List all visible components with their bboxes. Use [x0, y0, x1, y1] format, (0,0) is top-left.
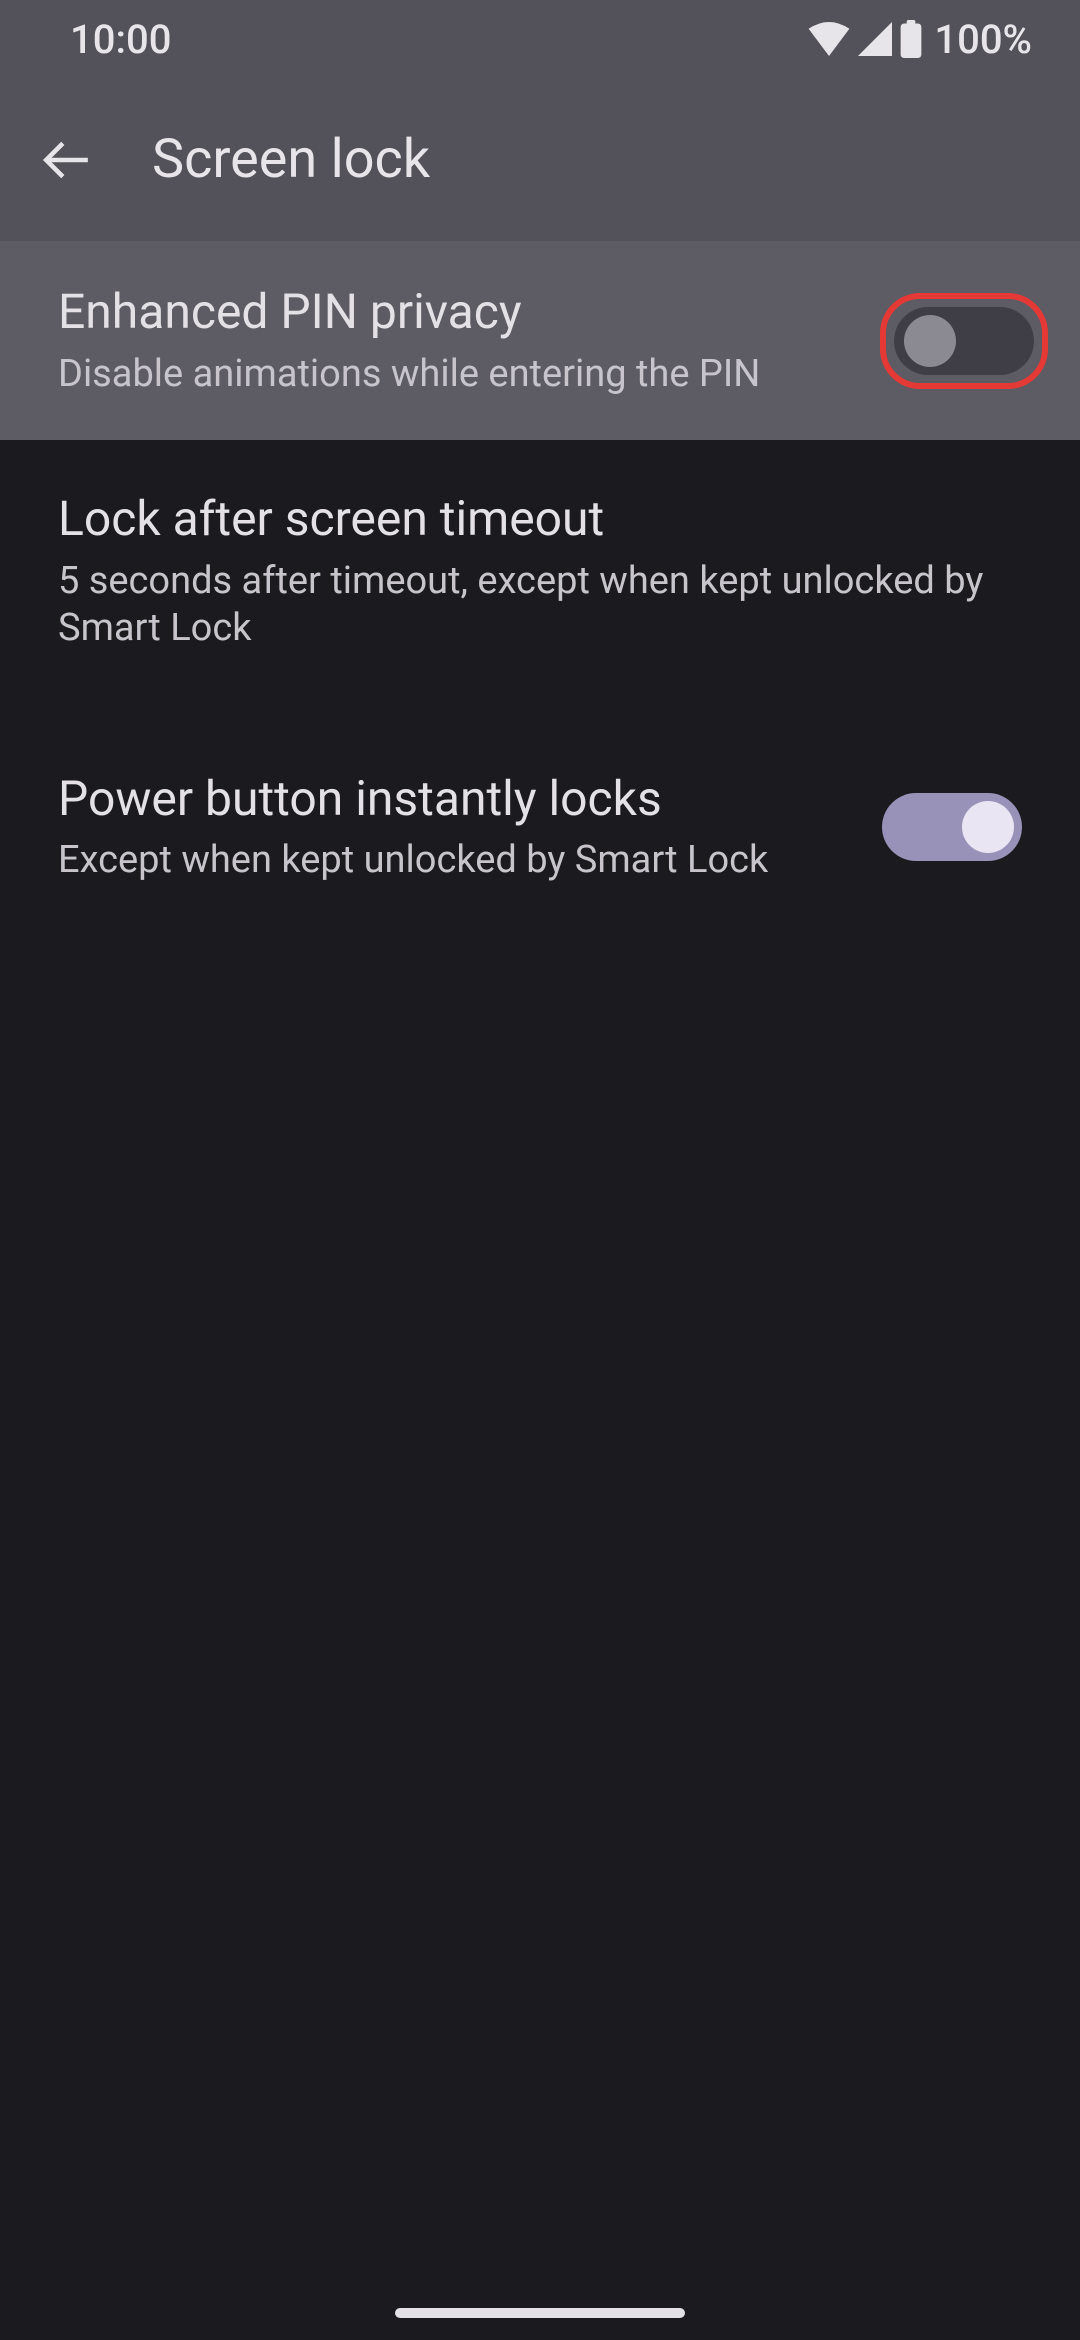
setting-text: Enhanced PIN privacy Disable animations … [58, 283, 850, 398]
setting-subtitle: Disable animations while entering the PI… [58, 351, 850, 399]
setting-text: Lock after screen timeout 5 seconds afte… [58, 490, 1022, 653]
enhanced-pin-privacy-toggle[interactable] [894, 307, 1034, 375]
setting-power-button-locks[interactable]: Power button instantly locks Except when… [0, 708, 1080, 940]
toggle-knob [962, 801, 1014, 853]
cellular-icon [858, 22, 892, 56]
status-bar: 10:00 100% [0, 0, 1080, 78]
page-title: Screen lock [152, 128, 430, 191]
toggle-wrapper [882, 793, 1022, 861]
settings-list: Enhanced PIN privacy Disable animations … [0, 241, 1080, 940]
setting-title: Lock after screen timeout [58, 490, 1022, 548]
navigation-handle[interactable] [395, 2308, 685, 2318]
status-time: 10:00 [70, 16, 171, 63]
setting-enhanced-pin-privacy[interactable]: Enhanced PIN privacy Disable animations … [0, 241, 1080, 440]
toggle-highlight-frame [880, 293, 1048, 389]
battery-icon [900, 20, 922, 58]
arrow-left-icon [42, 135, 92, 185]
setting-title: Power button instantly locks [58, 770, 852, 828]
setting-lock-after-timeout[interactable]: Lock after screen timeout 5 seconds afte… [0, 440, 1080, 708]
back-button[interactable] [42, 135, 92, 185]
setting-title: Enhanced PIN privacy [58, 283, 850, 341]
wifi-icon [808, 22, 850, 56]
setting-subtitle: Except when kept unlocked by Smart Lock [58, 837, 852, 885]
power-button-locks-toggle[interactable] [882, 793, 1022, 861]
setting-text: Power button instantly locks Except when… [58, 770, 852, 885]
app-bar: Screen lock [0, 78, 1080, 241]
status-icons: 100% [808, 16, 1032, 63]
battery-percentage: 100% [934, 16, 1032, 63]
setting-subtitle: 5 seconds after timeout, except when kep… [58, 558, 1022, 653]
toggle-knob [904, 315, 956, 367]
